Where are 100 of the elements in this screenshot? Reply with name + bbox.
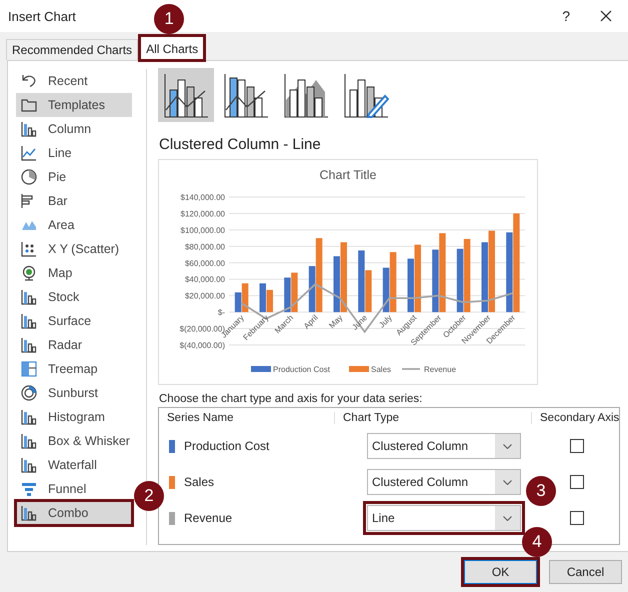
chart-type-label: Treemap <box>48 362 98 376</box>
series-name: Sales <box>184 475 216 489</box>
axis-tick-label: $120,000.00 <box>180 209 225 218</box>
undo-icon <box>20 72 38 90</box>
chart-type-label: Bar <box>48 194 68 208</box>
chevron-down-icon <box>503 480 512 484</box>
axis-tick-label: $40,000.00 <box>184 275 225 284</box>
column-header: Chart Type <box>334 412 531 424</box>
column-chart-icon <box>20 456 38 474</box>
column-chart-icon <box>20 408 38 426</box>
chart-subtype-icon <box>223 72 269 118</box>
chart-type-label: Combo <box>48 506 88 520</box>
column-chart-icon <box>20 336 38 354</box>
tab[interactable]: All Charts <box>140 36 204 60</box>
close-icon[interactable] <box>600 10 612 22</box>
chart-type-label: Pie <box>48 170 66 184</box>
tab[interactable]: Recommended Charts <box>6 39 138 60</box>
series-name: Production Cost <box>184 439 270 453</box>
globe-icon <box>20 264 38 282</box>
chart-type-item[interactable]: Treemap <box>16 357 132 381</box>
chart-subtype-icon <box>343 72 389 118</box>
axis-tick-label: $60,000.00 <box>184 258 225 268</box>
chart-subtype-heading: Clustered Column - Line <box>159 136 322 153</box>
column-chart-icon <box>20 312 38 330</box>
chart-type-label: Line <box>48 146 72 160</box>
chart-type-label: Funnel <box>48 482 86 496</box>
secondary-axis-checkbox[interactable] <box>570 511 584 525</box>
chart-type-item[interactable]: Map <box>16 261 132 285</box>
category-label: July <box>377 313 394 330</box>
pie-chart-icon <box>20 168 38 186</box>
series-name: Revenue <box>184 511 234 525</box>
category-label: May <box>327 313 344 330</box>
chart-type-label: Radar <box>48 338 82 352</box>
window-title: Insert Chart <box>8 8 76 24</box>
chart-subtype-icon <box>163 72 209 118</box>
ok-button[interactable]: OK <box>464 560 537 584</box>
chart-type-item[interactable]: Funnel <box>16 477 132 501</box>
chart-type-item[interactable]: Sunburst <box>16 381 132 405</box>
scatter-chart-icon <box>20 240 38 258</box>
chart-type-label: Sunburst <box>48 386 98 400</box>
sunburst-icon <box>20 384 38 402</box>
axis-tick-label: $- <box>218 308 225 318</box>
legend-label: Production Cost <box>273 365 330 374</box>
chart-type-label: Stock <box>48 290 80 304</box>
axis-tick-label: $20,000.00 <box>184 292 225 301</box>
chart-type-label: Column <box>48 122 92 136</box>
chart-subtype-button[interactable] <box>158 68 214 122</box>
legend-label: Revenue <box>424 365 456 374</box>
chart-type-item[interactable]: Stock <box>16 285 132 309</box>
chart-type-dropdown[interactable]: Clustered Column <box>367 433 521 459</box>
chart-type-label: Area <box>48 218 74 232</box>
chart-type-item[interactable]: Pie <box>16 165 132 189</box>
axis-tick-label: $100,000.00 <box>180 226 225 235</box>
chart-type-label: Map <box>48 266 72 280</box>
chart-type-item[interactable]: Radar <box>16 333 132 357</box>
cancel-button[interactable]: Cancel <box>549 560 622 584</box>
chart-type-label: Box & Whisker <box>48 434 130 448</box>
chart-type-item[interactable]: Area <box>16 213 132 237</box>
treemap-icon <box>20 360 38 378</box>
chevron-down-icon <box>503 516 512 520</box>
chart-type-item[interactable]: Bar <box>16 189 132 213</box>
axis-tick-label: $(40,000.00) <box>180 341 225 350</box>
chart-type-item[interactable]: Surface <box>16 309 132 333</box>
chart-type-item[interactable]: Histogram <box>16 405 132 429</box>
chart-type-item[interactable]: Column <box>16 117 132 141</box>
chart-type-item[interactable]: Box & Whisker <box>16 429 132 453</box>
chart-type-item[interactable]: Line <box>16 141 132 165</box>
chart-type-label: X Y (Scatter) <box>48 242 120 256</box>
column-chart-icon <box>20 504 38 522</box>
secondary-axis-checkbox[interactable] <box>570 475 584 489</box>
chart-title: Chart Title <box>320 168 376 182</box>
legend-swatch <box>251 366 271 372</box>
funnel-icon <box>20 480 38 498</box>
column-header: Secondary Axis <box>531 412 620 424</box>
line-chart-icon <box>20 144 38 162</box>
axis-tick-label: $80,000.00 <box>184 242 225 252</box>
legend-label: Sales <box>371 365 392 374</box>
secondary-axis-checkbox[interactable] <box>570 439 584 453</box>
chart-type-label: Surface <box>48 314 92 328</box>
chart-type-label: Recent <box>48 74 88 88</box>
chart-type-label: Histogram <box>48 410 105 424</box>
legend-swatch <box>349 366 369 372</box>
chart-type-item[interactable]: Waterfall <box>16 453 132 477</box>
column-chart-icon <box>20 288 38 306</box>
chart-type-item[interactable]: Recent <box>16 69 132 93</box>
column-header: Series Name <box>166 412 234 424</box>
chart-type-label: Waterfall <box>48 458 97 472</box>
chart-type-label: Templates <box>48 98 105 112</box>
column-chart-icon <box>20 432 38 450</box>
chart-type-item[interactable]: Combo <box>16 501 132 525</box>
column-chart-icon <box>20 120 38 138</box>
axis-tick-label: $140,000.00 <box>180 193 225 202</box>
callout-badge: 2 <box>134 481 164 511</box>
chevron-down-icon <box>503 444 512 448</box>
help-button[interactable]: ? <box>562 8 570 24</box>
chart-type-item[interactable]: X Y (Scatter) <box>16 237 132 261</box>
chart-type-dropdown[interactable]: Clustered Column <box>367 469 521 495</box>
chart-type-item[interactable]: Templates <box>16 93 132 117</box>
chart-subtype-icon <box>283 72 329 118</box>
callout-badge: 3 <box>526 476 556 506</box>
